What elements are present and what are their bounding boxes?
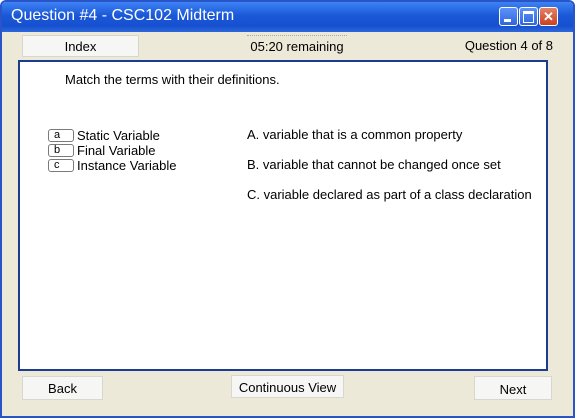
- quiz-window: Question #4 - CSC102 Midterm ✕ Index 05:…: [0, 0, 575, 418]
- question-counter: Question 4 of 8: [464, 38, 553, 53]
- title-bar[interactable]: Question #4 - CSC102 Midterm ✕: [2, 2, 573, 32]
- window-title: Question #4 - CSC102 Midterm: [11, 7, 235, 24]
- maximize-button[interactable]: [519, 7, 538, 26]
- term-row: a Static Variable: [48, 127, 160, 143]
- term-label: Instance Variable: [77, 158, 177, 174]
- definition-item: B. variable that cannot be changed once …: [247, 157, 501, 172]
- answer-input[interactable]: a: [48, 129, 74, 143]
- index-button[interactable]: Index: [22, 35, 139, 57]
- back-button[interactable]: Back: [22, 376, 103, 400]
- question-instruction: Match the terms with their definitions.: [65, 72, 280, 87]
- maximize-icon: [523, 11, 534, 23]
- continuous-view-button[interactable]: Continuous View: [231, 375, 344, 398]
- term-row: c Instance Variable: [48, 157, 177, 174]
- close-button[interactable]: ✕: [539, 7, 558, 26]
- answer-input[interactable]: c: [48, 159, 74, 173]
- minimize-icon: [504, 19, 511, 22]
- timer-display: 05:20 remaining: [247, 35, 347, 58]
- question-panel: Match the terms with their definitions. …: [18, 60, 548, 371]
- close-icon: ✕: [543, 9, 554, 24]
- definition-item: C. variable declared as part of a class …: [247, 187, 532, 202]
- definition-item: A. variable that is a common property: [247, 127, 463, 142]
- term-row: b Final Variable: [48, 142, 156, 158]
- next-button[interactable]: Next: [474, 376, 552, 400]
- answer-input[interactable]: b: [48, 144, 74, 158]
- minimize-button[interactable]: [499, 7, 518, 26]
